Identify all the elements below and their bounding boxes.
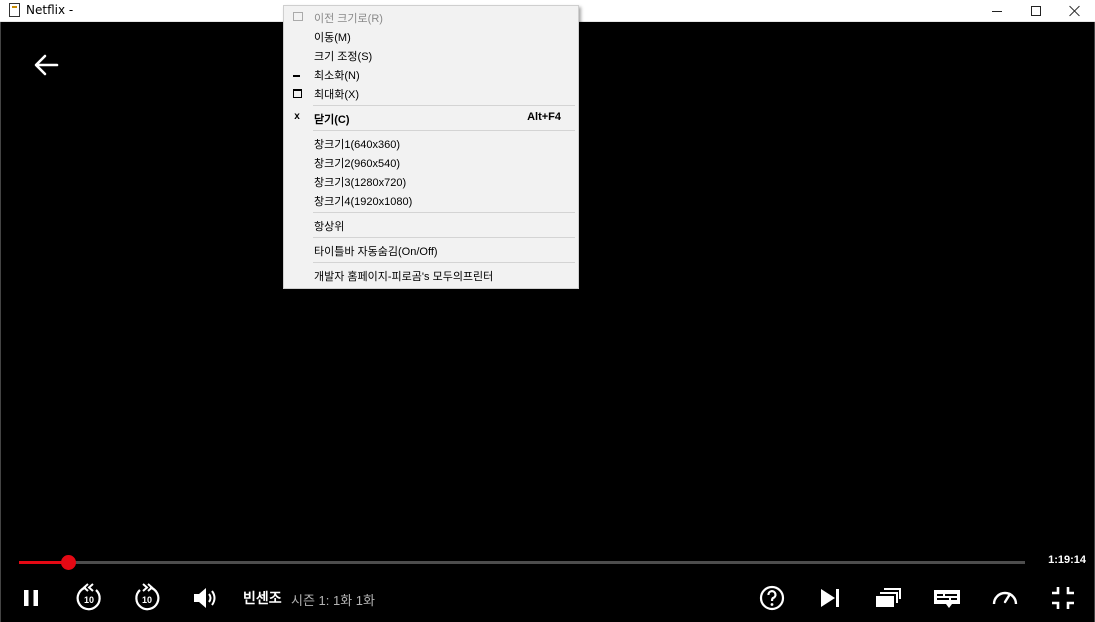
menu-item-titlebar-autohide[interactable]: 타이틀바 자동숨김(On/Off)	[284, 240, 578, 259]
speed-icon	[992, 591, 1018, 605]
show-title: 빈센조	[243, 590, 282, 606]
menu-item-maximize[interactable]: 최대화(X)	[284, 83, 578, 102]
close-icon: x	[294, 111, 300, 122]
volume-icon	[194, 588, 216, 608]
episodes-button[interactable]	[870, 580, 906, 616]
next-episode-icon	[821, 589, 839, 607]
menu-item-size-3[interactable]: 창크기3(1280x720)	[284, 171, 578, 190]
back-arrow-icon[interactable]	[31, 50, 61, 80]
minimize-button[interactable]	[975, 0, 1019, 22]
window-title: Netflix -	[26, 3, 74, 17]
rewind-10-button[interactable]: 10	[71, 580, 107, 616]
menu-item-restore[interactable]: 이전 크기로(R)	[284, 7, 578, 26]
progress-bar[interactable]	[19, 555, 1025, 570]
menu-item-size-1[interactable]: 창크기1(640x360)	[284, 133, 578, 152]
menu-separator	[313, 237, 575, 238]
maximize-button[interactable]	[1014, 0, 1058, 22]
menu-item-move[interactable]: 이동(M)	[284, 26, 578, 45]
restore-icon	[292, 11, 303, 21]
menu-item-size-4[interactable]: 창크기4(1920x1080)	[284, 190, 578, 209]
episodes-icon	[876, 588, 901, 607]
menu-separator	[313, 130, 575, 131]
rewind-10-icon: 10	[76, 583, 101, 611]
close-icon	[1068, 4, 1082, 18]
maximize-icon	[1031, 6, 1041, 16]
svg-text:10: 10	[84, 595, 94, 605]
pause-button[interactable]	[13, 580, 49, 616]
exit-fullscreen-icon	[1052, 587, 1074, 609]
menu-separator	[313, 262, 575, 263]
progress-scrubber[interactable]	[61, 555, 77, 570]
exit-fullscreen-button[interactable]	[1045, 580, 1081, 616]
notepad-app-icon	[9, 3, 20, 17]
subtitles-button[interactable]	[929, 580, 965, 616]
menu-item-resize[interactable]: 크기 조정(S)	[284, 45, 578, 64]
close-button[interactable]	[1053, 0, 1095, 22]
minimize-icon	[992, 10, 1002, 12]
forward-10-icon: 10	[135, 583, 160, 611]
volume-button[interactable]	[187, 580, 223, 616]
playback-speed-button[interactable]	[987, 580, 1023, 616]
shortcut-label: Alt+F4	[527, 111, 561, 123]
menu-separator	[313, 212, 575, 213]
help-icon	[759, 585, 785, 611]
system-context-menu: 이전 크기로(R) 이동(M) 크기 조정(S) 최소화(N) 최대화(X) x…	[283, 5, 579, 289]
menu-item-size-2[interactable]: 창크기2(960x540)	[284, 152, 578, 171]
forward-10-button[interactable]: 10	[129, 580, 165, 616]
svg-text:10: 10	[142, 595, 152, 605]
menu-item-minimize[interactable]: 최소화(N)	[284, 64, 578, 83]
maximize-icon	[292, 87, 302, 98]
help-button[interactable]	[754, 580, 790, 616]
pause-icon	[24, 590, 38, 606]
time-remaining: 1:19:14	[1048, 554, 1086, 566]
next-episode-button[interactable]	[812, 580, 848, 616]
menu-item-always-on-top[interactable]: 항상위	[284, 215, 578, 234]
minimize-icon	[292, 68, 302, 78]
menu-item-developer-homepage[interactable]: 개발자 홈페이지-피로곰's 모두의프린터	[284, 265, 578, 284]
menu-item-close[interactable]: x 닫기(C) Alt+F4	[284, 108, 578, 127]
episode-info: 시즌 1: 1화 1화	[291, 593, 375, 608]
menu-separator	[313, 105, 575, 106]
subtitles-icon	[934, 590, 960, 608]
